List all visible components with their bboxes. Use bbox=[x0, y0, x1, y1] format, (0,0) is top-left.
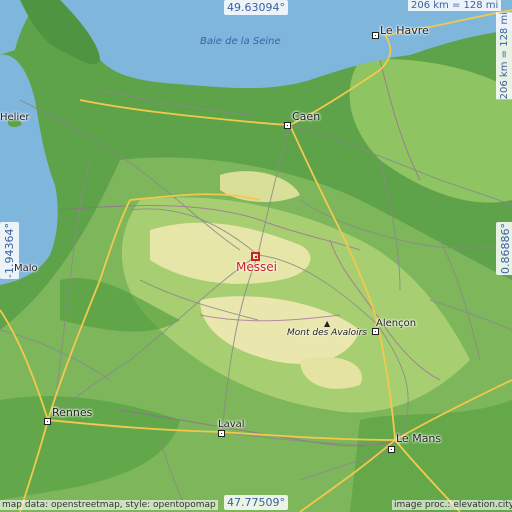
city-label-helier[interactable]: Helier bbox=[0, 112, 30, 123]
scale-bar-vertical: 206 km = 128 mi bbox=[496, 12, 512, 100]
city-label-le-havre[interactable]: Le Havre bbox=[380, 24, 429, 37]
sea-label: Baie de la Seine bbox=[200, 36, 281, 47]
city-label-rennes[interactable]: Rennes bbox=[52, 406, 92, 419]
city-marker-icon[interactable] bbox=[372, 32, 379, 39]
scale-bar-horizontal: 206 km = 128 mi bbox=[408, 0, 502, 11]
map-credit-left: map data: openstreetmap, style: opentopo… bbox=[0, 500, 218, 510]
map-canvas[interactable]: Baie de la Seine 49.63094° 47.77509° -1.… bbox=[0, 0, 512, 512]
city-label-alencon[interactable]: Alençon bbox=[376, 318, 416, 329]
coord-top-label: 49.63094° bbox=[224, 0, 288, 15]
city-marker-icon[interactable] bbox=[44, 418, 51, 425]
city-marker-icon[interactable] bbox=[284, 122, 291, 129]
city-marker-icon[interactable] bbox=[388, 446, 395, 453]
city-label-le-mans[interactable]: Le Mans bbox=[396, 432, 441, 445]
coord-right-label: 0.86886° bbox=[496, 222, 512, 275]
peak-label[interactable]: Mont des Avaloirs bbox=[287, 328, 367, 338]
city-marker-icon[interactable] bbox=[218, 430, 225, 437]
coord-bottom-label: 47.77509° bbox=[224, 495, 288, 510]
map-credit-right: image proc.: elevation.city bbox=[392, 500, 512, 510]
city-label-laval[interactable]: Laval bbox=[218, 419, 245, 430]
city-label-caen[interactable]: Caen bbox=[292, 110, 320, 123]
selected-town-label[interactable]: Messei bbox=[236, 260, 277, 274]
city-marker-icon[interactable] bbox=[372, 328, 379, 335]
city-label-malo[interactable]: Malo bbox=[14, 263, 38, 274]
peak-triangle-icon: ▲ bbox=[324, 319, 331, 328]
